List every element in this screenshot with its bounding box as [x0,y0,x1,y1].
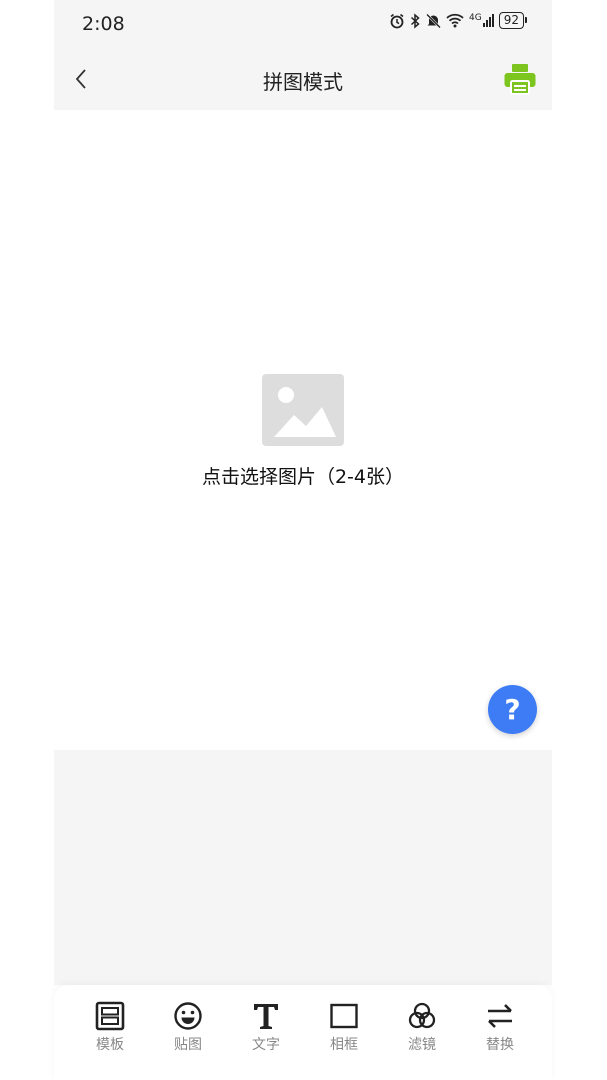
status-icons: 4G 92 [389,12,528,29]
tool-text[interactable]: 文字 [231,1000,301,1054]
bottom-toolbar: 模板 贴图 文字 相框 滤镜 替换 [54,985,552,1080]
swap-icon [484,1000,516,1032]
tool-label: 滤镜 [408,1037,436,1053]
frame-icon [328,1000,360,1032]
select-images-placeholder[interactable]: 点击选择图片（2-4张） [54,374,552,489]
alarm-icon [390,13,404,28]
placeholder-text: 点击选择图片（2-4张） [201,466,405,488]
collage-canvas: 点击选择图片（2-4张） ? [54,110,552,750]
tool-filter[interactable]: 滤镜 [387,1000,457,1054]
print-button[interactable] [502,61,538,97]
nav-bar: 拼图模式 [54,48,552,110]
text-icon [250,1000,282,1032]
tool-label: 相框 [330,1037,358,1053]
tool-sticker[interactable]: 贴图 [153,1000,223,1054]
page-title: 拼图模式 [263,70,343,94]
app-screen: 2:08 4G 92 拼图模式 点击选择图片（2-4张） ? 模板 贴图 文字 … [54,0,552,1080]
tool-label: 替换 [486,1037,514,1053]
tool-frame[interactable]: 相框 [309,1000,379,1054]
tool-label: 贴图 [174,1037,202,1053]
image-placeholder-icon [262,374,344,446]
options-panel [54,750,552,985]
template-icon [94,1000,126,1032]
wifi-icon [446,13,464,28]
bluetooth-icon [411,12,420,29]
printer-icon [504,64,536,95]
help-button[interactable]: ? [488,685,537,734]
status-bar: 2:08 4G 92 [54,0,552,48]
signal-4g-icon: 4G [469,14,494,27]
mute-icon [426,13,441,28]
tool-template[interactable]: 模板 [75,1000,145,1054]
filter-icon [406,1000,438,1032]
status-time: 2:08 [82,13,125,35]
sticker-icon [172,1000,204,1032]
tool-label: 文字 [252,1037,280,1053]
tool-swap[interactable]: 替换 [465,1000,535,1054]
battery-indicator: 92 [498,12,528,29]
network-label: 4G [469,13,482,23]
tool-label: 模板 [96,1037,124,1053]
